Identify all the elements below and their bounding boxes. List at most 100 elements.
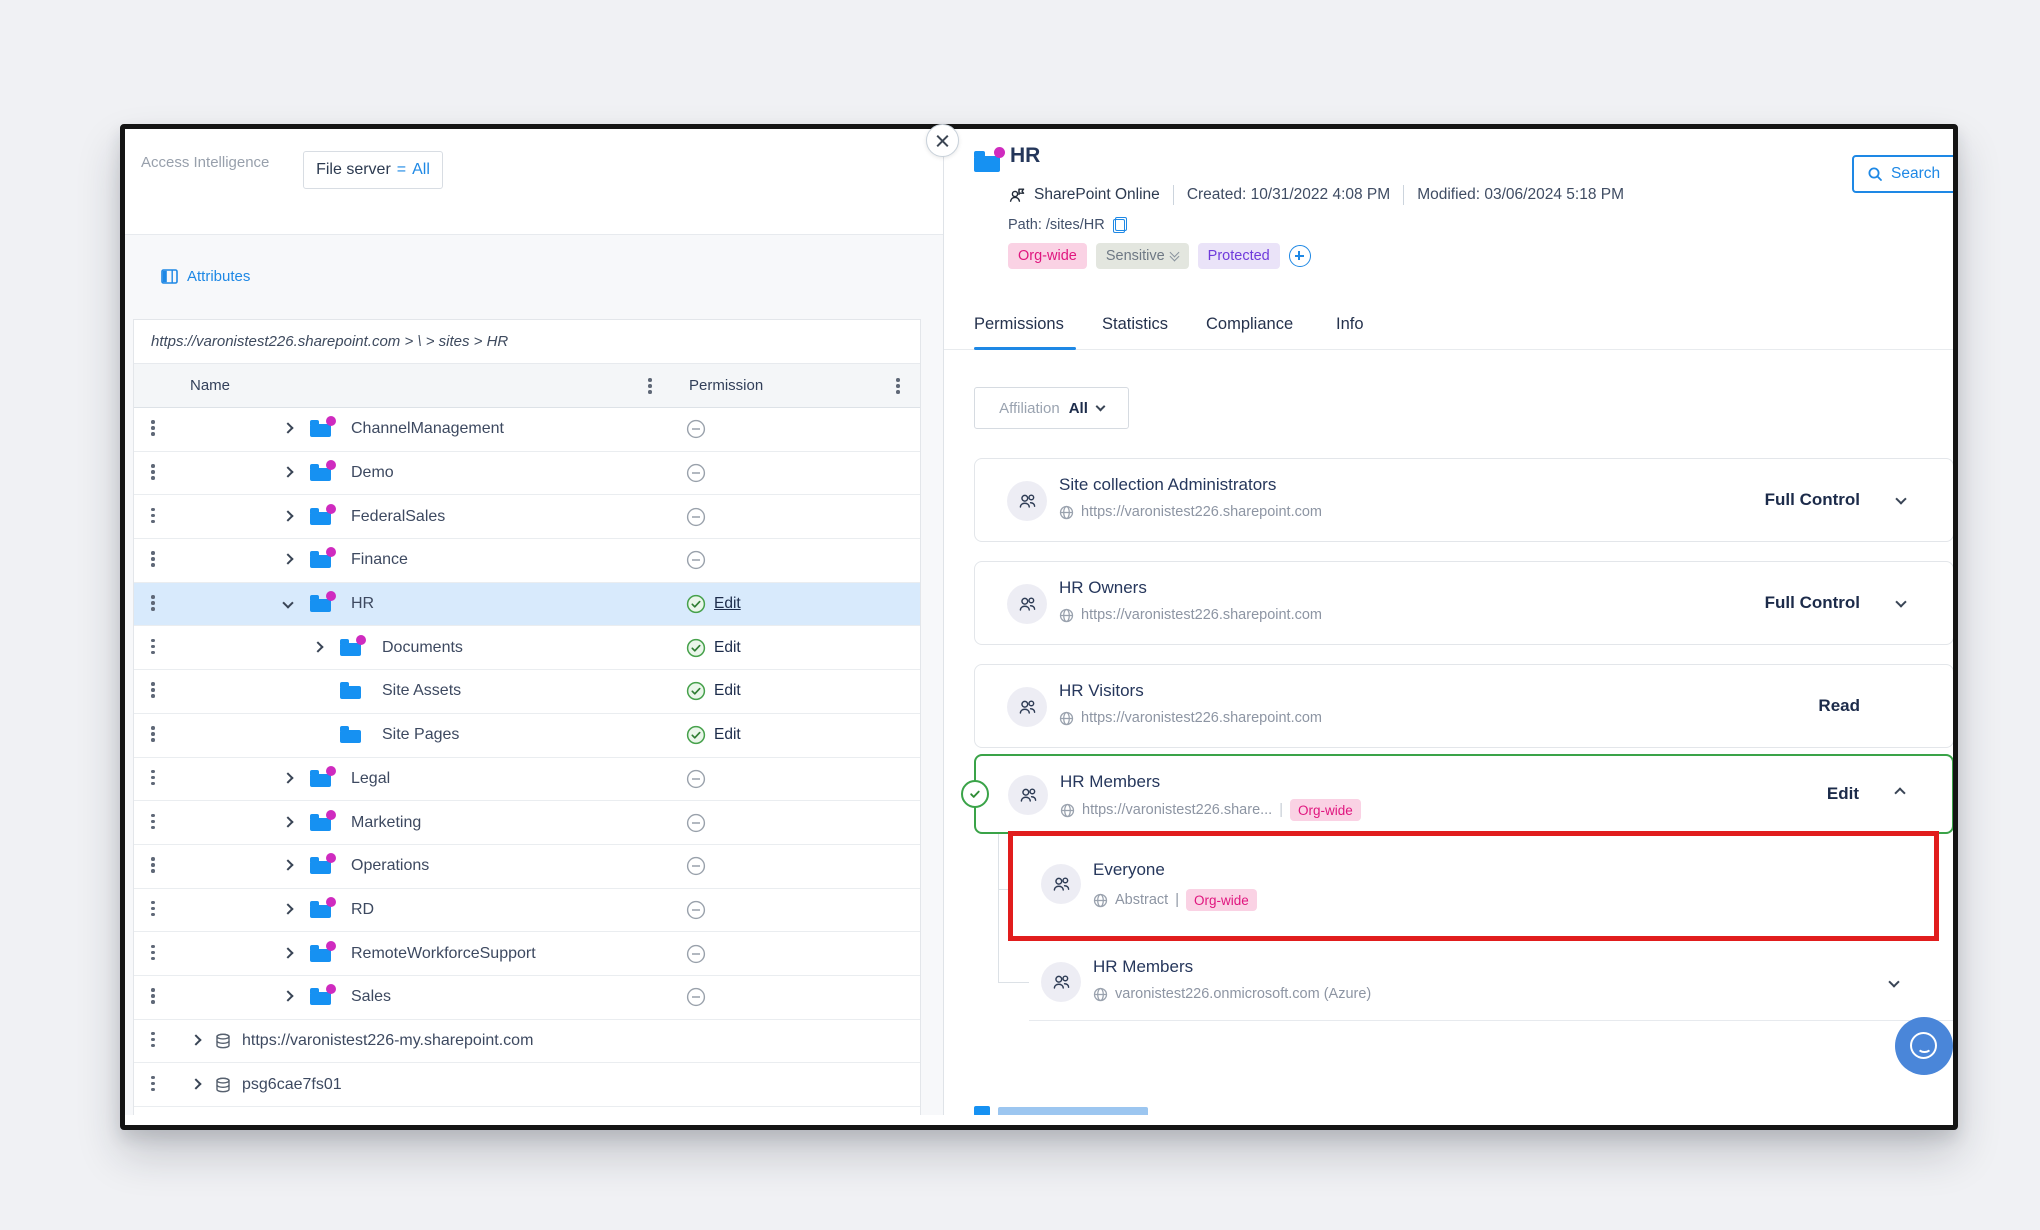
expand-chevron-icon[interactable] <box>282 554 293 565</box>
globe-icon <box>1059 711 1074 726</box>
table-row[interactable]: Operations <box>134 845 920 889</box>
expand-chevron-icon[interactable] <box>282 860 293 871</box>
row-menu-icon[interactable] <box>151 726 155 742</box>
expand-chevron-icon[interactable] <box>190 1078 201 1089</box>
tab-statistics[interactable]: Statistics <box>1102 315 1168 334</box>
table-row[interactable]: Sales <box>134 976 920 1020</box>
feedback-button[interactable] <box>1895 1017 1953 1075</box>
table-row[interactable]: Site Assets Edit <box>134 670 920 714</box>
search-button[interactable]: Search <box>1852 155 1953 193</box>
permission-cell[interactable]: Edit <box>686 725 741 745</box>
table-row[interactable]: HR Edit <box>134 583 920 627</box>
table-row[interactable]: Documents Edit <box>134 626 920 670</box>
expand-chevron-icon[interactable] <box>190 1034 201 1045</box>
permission-cell[interactable] <box>686 463 706 483</box>
table-row[interactable]: ChannelManagement <box>134 408 920 452</box>
tag-protected[interactable]: Protected <box>1198 243 1280 269</box>
group-card-hr-members[interactable]: HR Members https://varonistest226.share.… <box>974 754 1953 834</box>
group-card-site-collection-admins[interactable]: Site collection Administrators https://v… <box>974 458 1953 542</box>
permission-cell[interactable] <box>686 944 706 964</box>
permission-cell[interactable]: Edit <box>686 681 741 701</box>
table-row[interactable]: Site Pages Edit <box>134 714 920 758</box>
row-menu-icon[interactable] <box>151 508 155 524</box>
group-card-hr-visitors[interactable]: HR Visitors https://varonistest226.share… <box>974 664 1953 748</box>
tag-sensitive[interactable]: Sensitive <box>1096 243 1189 269</box>
permission-cell[interactable] <box>686 813 706 833</box>
permission-cell[interactable]: Edit <box>686 638 741 658</box>
column-header-partial: e <box>920 377 921 394</box>
tab-compliance[interactable]: Compliance <box>1206 315 1293 334</box>
column-header-permission[interactable]: Permission <box>689 377 763 394</box>
row-menu-icon[interactable] <box>151 464 155 480</box>
collapse-chevron-icon[interactable] <box>1894 787 1905 798</box>
table-row[interactable]: RD <box>134 889 920 933</box>
excluded-circle-icon <box>686 419 706 439</box>
name-column-menu-icon[interactable] <box>648 378 652 394</box>
row-menu-icon[interactable] <box>151 770 155 786</box>
row-menu-icon[interactable] <box>151 1032 155 1048</box>
row-menu-icon[interactable] <box>151 857 155 873</box>
group-avatar <box>1007 687 1047 727</box>
table-row[interactable]: Demo <box>134 452 920 496</box>
expand-chevron-icon[interactable] <box>1895 596 1906 607</box>
permission-column-menu-icon[interactable] <box>896 378 900 394</box>
permission-cell[interactable] <box>686 987 706 1007</box>
permission-cell[interactable] <box>686 856 706 876</box>
path-row: Path: /sites/HR <box>1008 217 1127 233</box>
row-name: RD <box>351 901 374 919</box>
table-row[interactable]: FederalSales <box>134 495 920 539</box>
permission-cell[interactable] <box>686 769 706 789</box>
table-row[interactable]: RemoteWorkforceSupport <box>134 932 920 976</box>
expand-chevron-icon[interactable] <box>282 903 293 914</box>
table-row[interactable]: https://varonistest226-my.sharepoint.com <box>134 1020 920 1064</box>
row-menu-icon[interactable] <box>151 551 155 567</box>
permission-cell[interactable] <box>686 550 706 570</box>
expand-chevron-icon[interactable] <box>312 641 323 652</box>
affiliation-dropdown[interactable]: Affiliation All <box>974 387 1129 429</box>
column-header-name[interactable]: Name <box>190 377 230 394</box>
table-row[interactable]: Legal <box>134 758 920 802</box>
expand-chevron-icon[interactable] <box>282 772 293 783</box>
excluded-circle-icon <box>686 944 706 964</box>
expand-chevron-icon[interactable] <box>282 423 293 434</box>
table-row[interactable]: Marketing <box>134 801 920 845</box>
permission-cell[interactable]: Edit <box>686 594 741 614</box>
attributes-button[interactable]: Attributes <box>161 268 250 285</box>
row-menu-icon[interactable] <box>151 945 155 961</box>
expand-chevron-icon[interactable] <box>282 466 293 477</box>
row-menu-icon[interactable] <box>151 682 155 698</box>
permission-cell[interactable] <box>686 419 706 439</box>
row-menu-icon[interactable] <box>151 1076 155 1092</box>
row-menu-icon[interactable] <box>151 988 155 1004</box>
row-menu-icon[interactable] <box>151 420 155 436</box>
expand-chevron-icon[interactable] <box>1895 493 1906 504</box>
tag-org-wide[interactable]: Org-wide <box>1008 243 1087 269</box>
add-tag-icon[interactable] <box>1289 245 1311 267</box>
access-level: Full Control <box>1765 490 1860 510</box>
row-menu-icon[interactable] <box>151 814 155 830</box>
row-menu-icon[interactable] <box>151 639 155 655</box>
close-icon[interactable] <box>926 124 959 157</box>
file-server-filter-button[interactable]: File server = All <box>303 151 443 189</box>
tab-permissions[interactable]: Permissions <box>974 315 1064 334</box>
expand-chevron-icon[interactable] <box>282 816 293 827</box>
expand-chevron-icon[interactable] <box>1888 976 1899 987</box>
expand-chevron-icon[interactable] <box>282 947 293 958</box>
table-row[interactable]: psg6cae7fs01 <box>134 1063 920 1107</box>
row-menu-icon[interactable] <box>151 595 155 611</box>
expand-chevron-icon[interactable] <box>282 991 293 1002</box>
tab-info[interactable]: Info <box>1336 315 1364 334</box>
member-row-everyone[interactable]: Everyone Abstract | Org-wide <box>1013 836 1934 936</box>
globe-icon <box>1060 803 1075 818</box>
expand-chevron-icon[interactable] <box>282 597 293 608</box>
permission-cell[interactable] <box>686 507 706 527</box>
permission-cell[interactable] <box>686 900 706 920</box>
excluded-circle-icon <box>686 856 706 876</box>
table-row[interactable]: Finance <box>134 539 920 583</box>
row-menu-icon[interactable] <box>151 901 155 917</box>
expand-chevron-icon[interactable] <box>282 510 293 521</box>
breadcrumb[interactable]: https://varonistest226.sharepoint.com > … <box>151 333 508 350</box>
copy-icon[interactable] <box>1113 217 1127 233</box>
member-row-hr-members-azure[interactable]: HR Members varonistest226.onmicrosoft.co… <box>1029 944 1953 1021</box>
group-card-hr-owners[interactable]: HR Owners https://varonistest226.sharepo… <box>974 561 1953 645</box>
